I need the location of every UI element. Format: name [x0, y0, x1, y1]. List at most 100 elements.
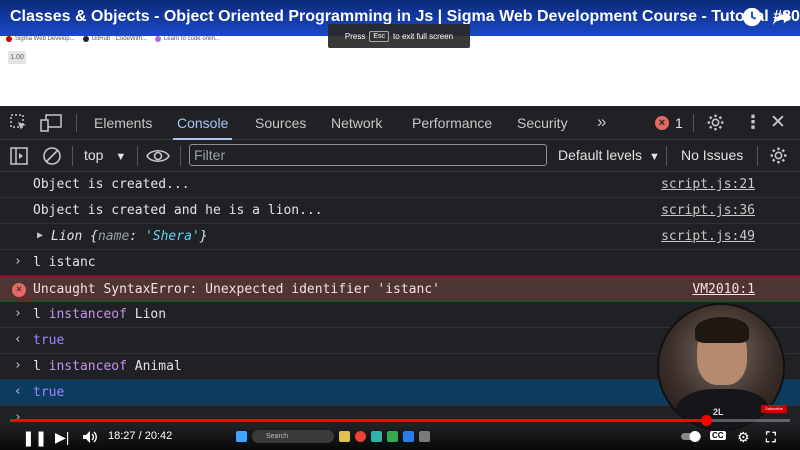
bookmark-item[interactable]: GitHub · CodeWith... [82, 36, 147, 42]
autoplay-toggle-icon[interactable] [680, 430, 702, 443]
settings-gear-icon[interactable] [706, 113, 725, 132]
bookmark-item[interactable]: Sigma Web Develop... [6, 36, 75, 42]
live-expression-eye-icon[interactable] [146, 147, 170, 165]
filter-input[interactable]: Filter [189, 144, 547, 166]
bookmark-label: GitHub · CodeWith... [91, 36, 147, 42]
console-input-row: › l istanc [0, 250, 800, 276]
file-explorer-icon[interactable] [339, 431, 350, 442]
sidebar-toggle-icon[interactable] [10, 147, 28, 165]
settings-gear-icon[interactable]: ⚙ [737, 429, 750, 446]
console-log-row: Object is created and he is a lion... sc… [0, 198, 800, 224]
pause-icon[interactable]: ❚❚ [22, 429, 47, 447]
subtitles-cc-button[interactable]: CC [710, 431, 726, 440]
progress-fill [10, 419, 706, 422]
device-toolbar-icon[interactable] [40, 114, 62, 132]
source-link[interactable]: VM2010:1 [692, 282, 755, 297]
edge-icon[interactable] [371, 431, 382, 442]
app-icon[interactable] [419, 431, 430, 442]
object-colon: : [129, 229, 145, 244]
log-levels-dropdown[interactable]: Default levels ▼ [558, 147, 660, 163]
divider [137, 146, 138, 166]
console-log-row: Object is created... script.js:21 [0, 172, 800, 198]
divider [666, 146, 667, 166]
fullscreen-notice-text: Press [344, 31, 366, 41]
player-controls: ❚❚ ▶| 18:27 / 20:42 Search CC ⚙ ⛶ [0, 425, 800, 450]
error-counter[interactable]: × 1 [655, 115, 683, 131]
clear-console-icon[interactable] [42, 146, 62, 166]
issues-button[interactable]: No Issues [681, 147, 743, 163]
tab-performance[interactable]: Performance [408, 106, 496, 140]
taskbar-search[interactable]: Search [252, 430, 334, 443]
console-log-row: ▶ Lion {name: 'Shera'} script.js:49 [0, 224, 800, 250]
watch-later-icon[interactable] [741, 6, 763, 28]
dropdown-arrow-icon: ▼ [115, 151, 127, 163]
object-value: 'Shera' [144, 229, 200, 244]
error-icon: × [655, 116, 669, 130]
source-link[interactable]: script.js:36 [661, 203, 755, 218]
close-icon[interactable]: ✕ [770, 111, 786, 134]
object-brace: } [199, 229, 208, 244]
divider [757, 146, 758, 166]
bookmarks-bar: Sigma Web Develop... GitHub · CodeWith..… [6, 36, 220, 42]
object-key: name [97, 229, 130, 244]
video-progress-bar[interactable] [10, 415, 790, 426]
input-expression: l istanc [33, 255, 96, 270]
prompt-chevron-icon: › [14, 410, 22, 425]
result-value: true [33, 333, 65, 348]
object-preview[interactable]: Lion {name: 'Shera'} [51, 229, 208, 244]
dropdown-arrow-icon: ▼ [648, 151, 660, 163]
console-toolbar: top ▼ Filter Default levels ▼ No Issues [0, 140, 800, 172]
bookmark-favicon-icon [6, 36, 12, 42]
divider [76, 114, 77, 132]
context-label: top [84, 147, 104, 163]
subscribe-watermark[interactable]: Subscribe [761, 405, 787, 413]
shirt-print: 2L [713, 407, 724, 417]
bookmark-label: Learn to code onlin... [163, 36, 220, 42]
divider [72, 146, 73, 166]
next-video-icon[interactable]: ▶| [55, 429, 69, 446]
source-link[interactable]: script.js:49 [661, 229, 755, 244]
share-icon[interactable] [771, 6, 793, 28]
input-expression: l instanceof Lion [33, 307, 166, 322]
esc-key: Esc [369, 30, 390, 42]
result-arrow-icon: ‹ [14, 332, 22, 347]
keyword: instanceof [48, 359, 127, 374]
tab-network[interactable]: Network [327, 106, 386, 140]
windows-start-icon[interactable] [236, 431, 247, 442]
error-message: Uncaught SyntaxError: Unexpected identif… [33, 282, 440, 297]
source-link[interactable]: script.js:21 [661, 177, 755, 192]
chrome-icon[interactable] [355, 431, 366, 442]
tab-console[interactable]: Console [173, 106, 233, 140]
bookmark-item[interactable]: Learn to code onlin... [154, 36, 220, 42]
divider [180, 146, 181, 166]
exit-fullscreen-icon[interactable]: ⛶ [766, 429, 776, 446]
input-chevron-icon: › [14, 358, 22, 373]
log-levels-label: Default levels [558, 147, 643, 163]
bookmark-favicon-icon [154, 36, 161, 42]
context-selector[interactable]: top ▼ [84, 147, 126, 163]
volume-icon[interactable] [82, 430, 98, 444]
speed-badge: 1.00 [8, 51, 26, 64]
github-icon [82, 36, 89, 42]
expand-triangle-icon[interactable]: ▶ [37, 230, 43, 241]
console-settings-gear-icon[interactable] [769, 146, 788, 165]
inspect-element-icon[interactable] [10, 114, 28, 132]
expression-part: l [33, 359, 49, 374]
vscode-icon[interactable] [403, 431, 414, 442]
tab-sources[interactable]: Sources [251, 106, 310, 140]
input-expression: l instanceof Animal [33, 359, 182, 374]
expression-part: Lion [126, 307, 167, 322]
kebab-menu-icon[interactable]: ⋮ [744, 112, 762, 133]
divider [693, 114, 694, 132]
log-message: Object is created... [33, 177, 190, 192]
tab-elements[interactable]: Elements [90, 106, 156, 140]
more-tabs-icon[interactable]: » [597, 112, 606, 132]
class-name: Lion [51, 229, 83, 244]
tab-security[interactable]: Security [513, 106, 572, 140]
result-value: true [33, 385, 65, 400]
fullscreen-notice-text: to exit full screen [393, 31, 454, 41]
app-icon[interactable] [387, 431, 398, 442]
presenter-hair [695, 317, 749, 343]
console-error-row: × Uncaught SyntaxError: Unexpected ident… [0, 276, 800, 302]
expression-part: l [33, 307, 49, 322]
